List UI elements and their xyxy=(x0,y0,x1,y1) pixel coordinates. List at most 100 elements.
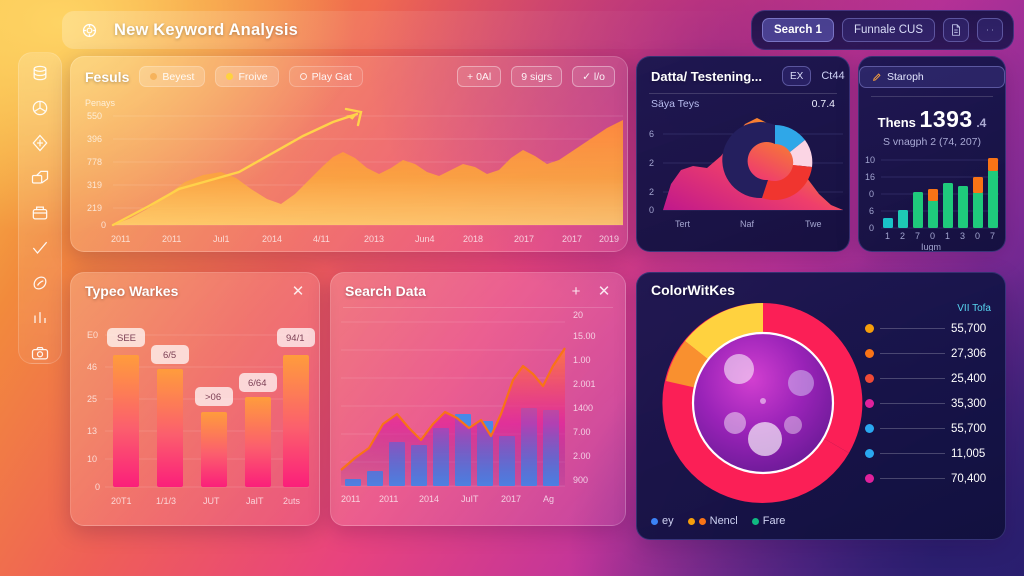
sidebar-item-archive[interactable] xyxy=(27,203,53,224)
svg-text:2.001: 2.001 xyxy=(573,379,596,389)
svg-text:2017: 2017 xyxy=(514,234,534,244)
legend-item[interactable]: 27,306 xyxy=(865,341,1005,366)
svg-text:JaIT: JaIT xyxy=(246,496,264,506)
legend-dot xyxy=(865,374,874,383)
staroph-button[interactable]: Staroph xyxy=(859,66,1005,88)
sidebar-item-database[interactable] xyxy=(27,63,53,84)
y-axis-ticks: 10 16 0 6 0 xyxy=(865,155,875,233)
svg-text:1400: 1400 xyxy=(573,403,593,413)
donut-mini-chart: 6 2 2 0 Tert Naf Twe xyxy=(649,118,843,229)
testing-card-meta: Ct44 xyxy=(821,70,845,82)
svg-text:2013: 2013 xyxy=(364,234,384,244)
svg-text:1.00: 1.00 xyxy=(573,355,591,365)
svg-text:10: 10 xyxy=(87,454,97,464)
chip-label: Froive xyxy=(238,70,268,83)
close-icon[interactable]: ✕ xyxy=(595,282,613,300)
svg-text:JuIT: JuIT xyxy=(461,494,479,504)
colorwitkes-card: ColorWitKes VII Tofa 55,700 27,306 25,40… xyxy=(636,272,1006,540)
sidebar-item-media[interactable] xyxy=(27,342,53,363)
footer-legend-item[interactable]: ey xyxy=(651,515,674,527)
kpi-value-row: Thens 1393 .4 xyxy=(859,97,1005,133)
svg-text:2017: 2017 xyxy=(562,234,582,244)
y-axis-ticks: 20 15.00 1.00 2.001 1400 7.00 2.00 900 xyxy=(573,310,596,485)
sidebar xyxy=(18,52,62,364)
testing-row-value: 0.7.4 xyxy=(811,98,835,110)
legend-value: 70,400 xyxy=(951,472,987,485)
legend-item[interactable]: 11,005 xyxy=(865,441,1005,466)
svg-text:0: 0 xyxy=(869,223,874,233)
footer-legend-item[interactable]: Nencl xyxy=(687,515,738,527)
chip-play-gat[interactable]: Play Gat xyxy=(288,66,363,87)
svg-text:2: 2 xyxy=(649,187,654,197)
typeo-card-header: Typeo Warkes ✕ xyxy=(71,273,319,307)
legend-line xyxy=(880,328,945,329)
svg-text:1/1/3: 1/1/3 xyxy=(156,496,176,506)
typeo-card-title: Typeo Warkes xyxy=(85,283,179,299)
svg-text:Naf: Naf xyxy=(740,219,755,229)
svg-text:Twe: Twe xyxy=(805,219,822,229)
legend-line xyxy=(880,403,945,404)
svg-text:SEE: SEE xyxy=(117,333,136,344)
signals-button[interactable]: 9 sigrs xyxy=(511,66,563,87)
legend-value: 55,700 xyxy=(951,422,987,435)
svg-text:2017: 2017 xyxy=(501,494,521,504)
top-actions: Search 1 Funnale CUS xyxy=(751,10,1014,50)
ex-badge[interactable]: EX xyxy=(782,66,812,86)
bar-series xyxy=(113,355,309,487)
svg-text:2014: 2014 xyxy=(262,234,282,244)
svg-text:0: 0 xyxy=(649,205,654,215)
colorwitkes-donut xyxy=(637,295,887,511)
testing-card-title: Datta/ Testening... xyxy=(651,68,762,84)
funnel-button[interactable]: Funnale CUS xyxy=(841,18,935,42)
sidebar-item-tasks[interactable] xyxy=(27,237,53,258)
footer-legend-label: Fare xyxy=(762,515,786,527)
kpi-value: 1393 xyxy=(919,106,973,132)
kpi-stacked-bars: 10 16 0 6 0 1 2 7 0 1 3 0 7 Iugm xyxy=(865,155,999,251)
footer-legend-item[interactable]: Fare xyxy=(751,515,786,527)
legend-item[interactable]: 55,700 xyxy=(865,316,1005,341)
svg-text:94/1: 94/1 xyxy=(286,333,305,344)
apply-button[interactable]: ✓ l/o xyxy=(572,66,615,87)
kpi-card: Staroph Thens 1393 .4 S vnagph 2 (74, 20… xyxy=(858,56,1006,252)
results-card-title: Fesuls xyxy=(85,68,130,85)
y-axis-ticks: 6 2 2 0 xyxy=(649,129,654,215)
sidebar-item-packages[interactable] xyxy=(27,168,53,189)
svg-text:2019: 2019 xyxy=(599,234,619,244)
staroph-button-label: Staroph xyxy=(887,71,924,83)
chip-froive[interactable]: Froive xyxy=(215,66,279,87)
search-data-header: Search Data + ✕ xyxy=(331,273,625,307)
chip-label: Play Gat xyxy=(311,70,352,83)
search-button[interactable]: Search 1 xyxy=(762,18,834,42)
legend-item[interactable]: 70,400 xyxy=(865,466,1005,491)
svg-text:1: 1 xyxy=(945,231,950,241)
legend-dot xyxy=(865,474,874,483)
svg-text:550: 550 xyxy=(87,111,102,121)
legend-value: 27,306 xyxy=(951,347,987,360)
legend-value: 55,700 xyxy=(951,322,987,335)
legend-item[interactable]: 55,700 xyxy=(865,416,1005,441)
chip-beyest[interactable]: Beyest xyxy=(139,66,206,87)
plus-icon[interactable]: + xyxy=(567,282,585,300)
sidebar-item-analytics[interactable] xyxy=(27,98,53,119)
legend-line xyxy=(880,428,945,429)
svg-text:20T1: 20T1 xyxy=(111,496,132,506)
legend-line xyxy=(880,478,945,479)
legend-item[interactable]: 25,400 xyxy=(865,366,1005,391)
more-options-icon[interactable] xyxy=(977,18,1003,42)
typeo-warkes-bars: E0 46 25 13 10 0 SEE 6/5 >06 6/64 94/1 2… xyxy=(87,328,315,506)
x-axis-ticks: 2011 2011 Jul1 2014 4/11 2013 Jun4 2018 … xyxy=(111,234,619,244)
sidebar-item-tags[interactable] xyxy=(27,272,53,293)
main-area-chart: Penays 550 396 778 319 219 0 2011 2011 J… xyxy=(85,98,623,244)
sidebar-item-reports[interactable] xyxy=(27,307,53,328)
svg-text:2011: 2011 xyxy=(379,494,398,504)
sidebar-item-explore[interactable] xyxy=(27,133,53,154)
svg-text:6/64: 6/64 xyxy=(248,378,267,389)
close-icon[interactable]: ✕ xyxy=(289,282,307,300)
legend-dot xyxy=(865,349,874,358)
svg-text:2018: 2018 xyxy=(463,234,483,244)
colorwitkes-legend: VII Tofa 55,700 27,306 25,400 35,300 55,… xyxy=(865,299,1005,491)
legend-dot xyxy=(698,517,706,525)
legend-item[interactable]: 35,300 xyxy=(865,391,1005,416)
add-button[interactable]: + 0Al xyxy=(457,66,502,87)
document-icon[interactable] xyxy=(943,18,969,42)
